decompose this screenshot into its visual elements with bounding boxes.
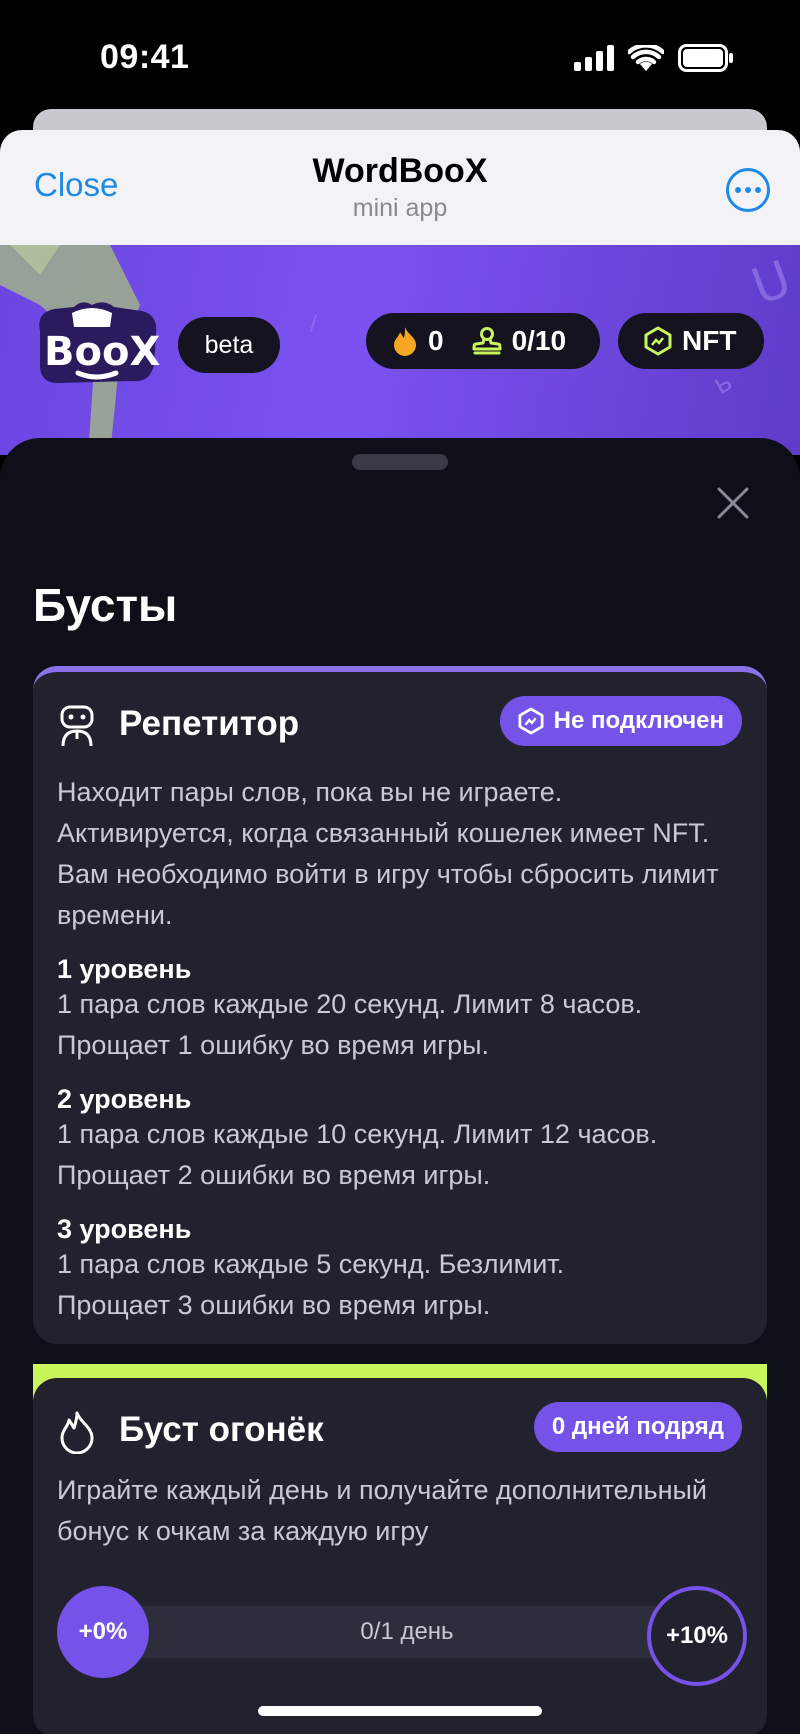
fire-count: 0	[428, 325, 444, 356]
app-title: WordBooX	[312, 152, 488, 190]
streak-badge: 0 дней подряд	[533, 1402, 742, 1452]
close-icon[interactable]	[716, 486, 750, 520]
home-indicator[interactable]	[258, 1706, 542, 1716]
nft-label: NFT	[682, 325, 737, 356]
battery-icon	[678, 44, 733, 72]
tutor-title: Репетитор	[119, 704, 300, 743]
streak-progress-bar: 0/1 день	[127, 1606, 687, 1658]
beta-badge: beta	[178, 317, 280, 373]
status-badge-label: Не подключен	[553, 707, 724, 734]
level-2-line-1: 1 пара слов каждые 10 секунд. Лимит 12 ч…	[57, 1119, 658, 1149]
app-subtitle: mini app	[352, 194, 448, 222]
app-banner: U ь / BooX beta 0 0/10 NFT	[0, 245, 800, 455]
level-3-line-1: 1 пара слов каждые 5 секунд. Безлимит.	[57, 1249, 565, 1279]
svg-text:BooX: BooX	[44, 329, 160, 375]
fire-boost-description: Играйте каждый день и получайте дополнит…	[57, 1475, 708, 1546]
level-1-line-1: 1 пара слов каждые 20 секунд. Лимит 8 ча…	[57, 989, 643, 1019]
tries-count: 0/10	[511, 325, 567, 356]
more-icon[interactable]	[726, 168, 770, 212]
mini-app-header: Close WordBooX mini app	[0, 130, 800, 245]
wifi-icon	[628, 45, 664, 71]
boox-logo: BooX	[32, 299, 162, 389]
level-1-line-2: Прощает 1 ошибку во время игры.	[57, 1030, 489, 1060]
sheet-title: Бусты	[33, 579, 178, 631]
tutor-description: Находит пары слов, пока вы не играете. А…	[57, 777, 719, 930]
status-time: 09:41	[100, 38, 190, 76]
robot-icon	[60, 705, 94, 747]
status-bar: 09:41	[0, 0, 800, 110]
sheet-grabber[interactable]	[352, 454, 448, 470]
level-2-line-2: Прощает 2 ошибки во время игры.	[57, 1160, 491, 1190]
fire-icon	[60, 1411, 94, 1454]
signal-icon	[574, 45, 614, 71]
progress-start-value: +0%	[57, 1586, 149, 1678]
progress-end-value: +10%	[647, 1586, 747, 1686]
stamp-icon	[472, 327, 502, 355]
fire-boost-title: Буст огонёк	[119, 1410, 324, 1449]
boosts-sheet: Бусты Репетитор Не подключен Находит пар…	[0, 438, 800, 1734]
level-1-title: 1 уровень	[57, 954, 192, 984]
svg-text:ь: ь	[707, 364, 738, 401]
level-3-line-2: Прощает 3 ошибки во время игры.	[57, 1290, 491, 1320]
level-2-title: 2 уровень	[57, 1084, 192, 1114]
fire-boost-card: Буст огонёк 0 дней подряд Играйте каждый…	[33, 1378, 767, 1734]
nft-hexagon-icon	[518, 707, 544, 735]
level-3-title: 3 уровень	[57, 1214, 192, 1244]
status-badge: Не подключен	[499, 696, 742, 746]
fire-icon	[394, 327, 416, 356]
tutor-boost-card: Репетитор Не подключен Находит пары слов…	[33, 666, 767, 1344]
streak-progress: 0/1 день +0% +10%	[57, 1586, 747, 1686]
nft-button[interactable]: NFT	[618, 313, 764, 369]
svg-text:/: /	[310, 311, 317, 335]
svg-text:U: U	[744, 249, 798, 316]
stats-pill[interactable]: 0 0/10	[366, 313, 600, 369]
nft-hexagon-icon	[644, 326, 672, 356]
status-icons	[574, 44, 734, 72]
